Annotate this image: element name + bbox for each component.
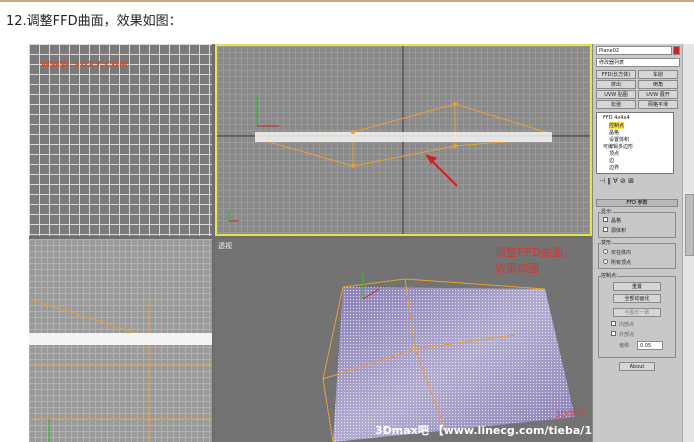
only-in-volume-radio[interactable] — [603, 249, 608, 254]
lathe-button[interactable]: 车削 — [638, 70, 678, 79]
viewport-top-left[interactable]: WWW.3DXY.COM — [29, 44, 212, 236]
display-group-label: 显示: — [601, 208, 613, 215]
stack-item-lattice[interactable]: 晶格 — [609, 129, 619, 136]
panel-scroll-thumb[interactable] — [685, 194, 694, 256]
viewport-area: WWW.3DXY.COM 透视 调整FFD曲面， 效果如图 3D学院 3Dmax… — [29, 44, 592, 442]
ffd-lattice-front — [217, 46, 590, 234]
viewport-perspective[interactable]: 透视 调整FFD曲面， 效果如图 3D学院 3Dmax吧 【www.linecg… — [215, 239, 592, 442]
control-points-group-label: 控制点: — [601, 272, 618, 279]
offset-input[interactable]: 0.05 — [637, 341, 663, 350]
viewport-bottom-left[interactable] — [29, 239, 212, 442]
stack-item-vertex[interactable]: 顶点 — [609, 150, 619, 157]
pin-stack-icon[interactable]: ⊣ ǁ ∀ ⊘ ⊞ — [599, 177, 634, 185]
relax-button[interactable]: 松弛 — [596, 100, 636, 109]
deform-group-label: 变形: — [601, 239, 613, 246]
meshsmooth-button[interactable]: 网格平滑 — [638, 100, 678, 109]
stack-item-border[interactable]: 边界 — [609, 164, 619, 171]
title-rule — [0, 0, 694, 2]
conform-to-shape-button[interactable]: 与图形一致 — [613, 308, 661, 317]
ffd-lattice-side — [29, 298, 212, 442]
about-button[interactable]: About — [619, 362, 655, 371]
outside-points-label: 外部点 — [619, 332, 635, 338]
stack-item-control-points[interactable]: 控制点 — [609, 122, 625, 129]
step-title: 12.调整FFD曲面，效果如图： — [6, 14, 182, 29]
ffd-params-rollout[interactable]: FFD 参数 — [596, 199, 678, 207]
stack-item-set-volume[interactable]: 设置体积 — [609, 136, 629, 143]
source-volume-checkbox[interactable] — [603, 227, 608, 232]
panel-scrollbar[interactable] — [682, 44, 694, 442]
inside-points-label: 内部点 — [619, 322, 635, 328]
lattice-label: 晶格 — [611, 218, 622, 224]
annotation-line-2: 效果如图 — [495, 262, 539, 275]
inside-points-checkbox[interactable] — [611, 321, 616, 326]
source-volume-label: 源体积 — [611, 228, 627, 234]
offset-label: 偏移: — [619, 343, 631, 349]
lattice-checkbox[interactable] — [603, 217, 608, 222]
uvw-map-button[interactable]: UVW 贴图 — [596, 90, 636, 99]
all-vertices-radio[interactable] — [603, 259, 608, 264]
bevel-button[interactable]: 倒角 — [638, 80, 678, 89]
reset-button[interactable]: 重置 — [613, 282, 661, 291]
ffd-box-button[interactable]: FFD(长方体) — [596, 70, 636, 79]
annotation-note: 调整FFD曲面， 效果如图 — [495, 245, 574, 277]
command-panel: Plane02 修改器列表 FFD(长方体) 车削 挤出 倒角 UVW 贴图 U… — [592, 44, 683, 442]
stack-item-editable-poly[interactable]: 可编辑多边形 — [603, 143, 633, 150]
display-group — [598, 212, 676, 238]
annotation-line-1: 调整FFD曲面， — [495, 246, 575, 259]
footer-logo: 3D学院 — [555, 410, 586, 420]
modifier-list-dropdown[interactable]: 修改器列表 — [596, 58, 680, 67]
animate-all-button[interactable]: 全部动画化 — [613, 294, 661, 303]
outside-points-checkbox[interactable] — [611, 331, 616, 336]
deform-group — [598, 243, 676, 269]
extrude-button[interactable]: 挤出 — [596, 80, 636, 89]
only-in-volume-label: 仅在体内 — [611, 250, 632, 256]
footer-credit: 3Dmax吧 【www.linecg.com/tieba/1771】 — [375, 424, 592, 437]
viewport-top-right[interactable] — [215, 44, 592, 236]
stack-item-ffd[interactable]: FFD 4x4x4 — [603, 115, 630, 121]
modifier-stack[interactable]: FFD 4x4x4 控制点 晶格 设置体积 可编辑多边形 顶点 边 边界 — [596, 112, 674, 174]
object-color-swatch[interactable] — [673, 46, 680, 55]
object-name-field[interactable]: Plane02 — [596, 46, 672, 55]
uvw-unwrap-button[interactable]: UVW 展开 — [638, 90, 678, 99]
stack-item-edge[interactable]: 边 — [609, 157, 614, 164]
all-vertices-label: 所有顶点 — [611, 260, 632, 266]
watermark-site: WWW.3DXY.COM — [41, 60, 129, 69]
